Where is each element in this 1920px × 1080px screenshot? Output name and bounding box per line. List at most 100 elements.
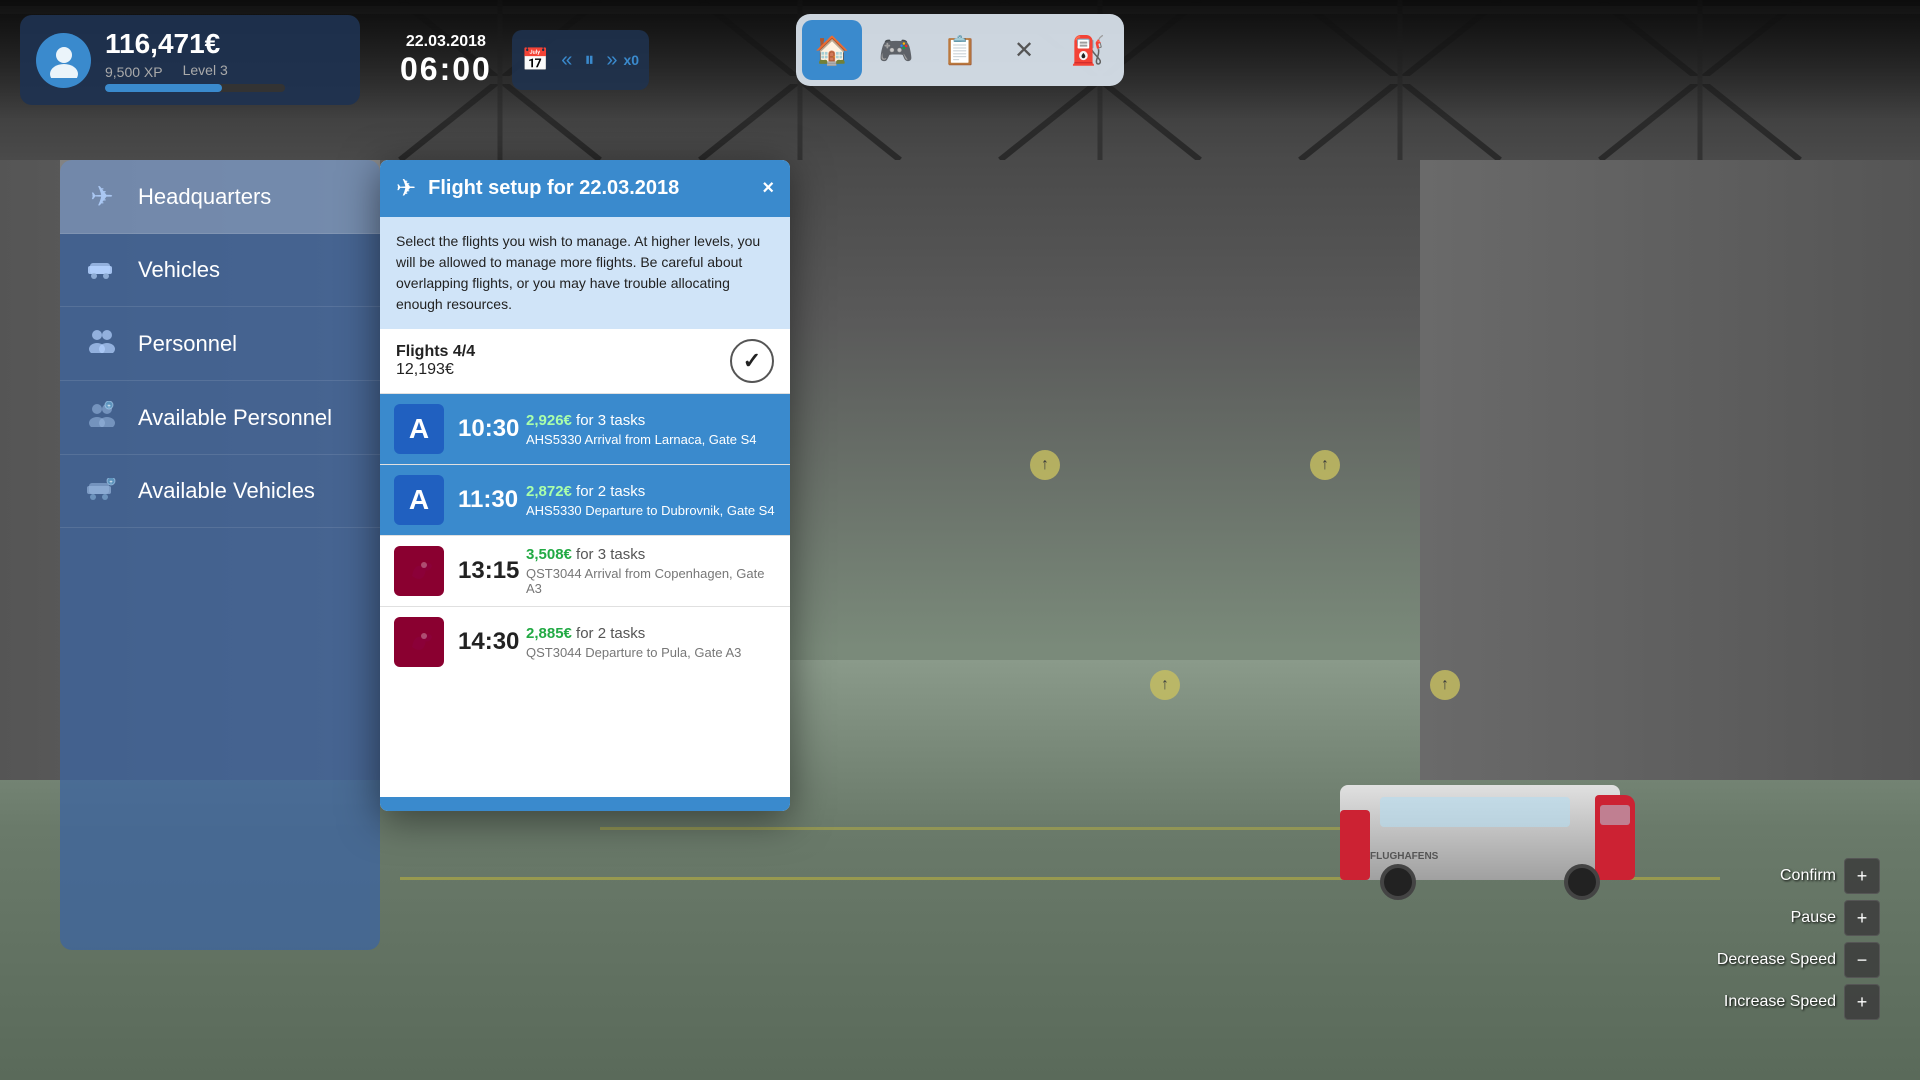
floor-arrow-5: ↑ — [1150, 670, 1180, 700]
increase-speed-label: Increase Speed — [1724, 993, 1836, 1011]
floor-arrow-4: ↑ — [1430, 670, 1460, 700]
player-info: 116,471€ 9,500 XP Level 3 — [20, 15, 360, 105]
sidebar-label-headquarters: Headquarters — [138, 184, 271, 210]
bus-vehicle: FLUGHAFENS — [1340, 770, 1620, 900]
flight-row-2[interactable]: A 11:30 2,872€ for 2 tasks AHS5330 Depar… — [380, 464, 790, 535]
sidebar-label-available-vehicles: Available Vehicles — [138, 478, 315, 504]
flight-row-1[interactable]: A 10:30 2,926€ for 3 tasks AHS5330 Arriv… — [380, 393, 790, 464]
modal-title: Flight setup for 22.03.2018 — [428, 177, 679, 200]
sidebar-label-personnel: Personnel — [138, 331, 237, 357]
flight-tasks-3: for 3 tasks — [576, 546, 645, 563]
player-stats: 116,471€ 9,500 XP Level 3 — [105, 28, 344, 92]
floor-arrow-1: ↑ — [1310, 450, 1340, 480]
clipboard-icon: 📋 — [943, 34, 978, 67]
flight-tasks-4: for 2 tasks — [576, 625, 645, 642]
bus-wheel-front — [1564, 864, 1600, 900]
control-row-pause: Pause + — [1791, 900, 1880, 936]
flight-earnings-row-2: 2,872€ for 2 tasks — [526, 483, 776, 501]
confirm-button[interactable]: + — [1844, 858, 1880, 894]
sidebar-label-vehicles: Vehicles — [138, 257, 220, 283]
bus-wheel-back — [1380, 864, 1416, 900]
sidebar-item-headquarters[interactable]: ✈ Headquarters — [60, 160, 380, 234]
flight-time-2: 11:30 — [458, 486, 526, 514]
flight-earnings-row-4: 2,885€ for 2 tasks — [526, 625, 776, 643]
modal-close-button[interactable]: × — [762, 177, 774, 200]
confirm-check-button[interactable]: ✓ — [730, 339, 774, 383]
flights-info: Flights 4/4 12,193€ — [396, 343, 475, 379]
speed-next-btn[interactable]: » — [600, 45, 623, 76]
nav-tab-fuel[interactable]: ⛽ — [1058, 20, 1118, 80]
flight-time-1: 10:30 — [458, 415, 526, 443]
nav-tab-drive[interactable]: 🎮 — [866, 20, 926, 80]
speed-pause-btn[interactable]: ⏸ — [578, 45, 600, 76]
flight-tasks-1: for 3 tasks — [576, 412, 645, 429]
decrease-speed-button[interactable]: − — [1844, 942, 1880, 978]
flight-setup-modal: ✈ Flight setup for 22.03.2018 × Select t… — [380, 160, 790, 811]
control-row-confirm: Confirm + — [1780, 858, 1880, 894]
pause-button[interactable]: + — [1844, 900, 1880, 936]
speed-label: x0 — [624, 52, 640, 68]
control-row-decrease: Decrease Speed − — [1717, 942, 1880, 978]
bus-text: FLUGHAFENS — [1370, 851, 1438, 862]
personnel-icon — [84, 327, 120, 360]
airline-badge-2: A — [394, 475, 444, 525]
flight-earnings-4: 2,885€ — [526, 625, 576, 642]
flight-detail-4: QST3044 Departure to Pula, Gate A3 — [526, 645, 776, 660]
speed-controls: 📅 « ⏸ » x0 — [512, 30, 649, 90]
nav-tab-close[interactable]: ✕ — [994, 20, 1054, 80]
steering-icon: 🎮 — [879, 34, 914, 67]
flight-earnings-row-3: 3,508€ for 3 tasks — [526, 546, 776, 564]
airline-badge-1: A — [394, 404, 444, 454]
vehicles-icon — [84, 254, 120, 286]
flight-detail-3: QST3044 Arrival from Copenhagen, Gate A3 — [526, 566, 776, 596]
sidebar-item-personnel[interactable]: Personnel — [60, 307, 380, 381]
flight-info-1: 2,926€ for 3 tasks AHS5330 Arrival from … — [526, 412, 776, 447]
flight-earnings-row-1: 2,926€ for 3 tasks — [526, 412, 776, 430]
svg-text:+: + — [107, 404, 111, 410]
close-x-icon: ✕ — [1014, 36, 1034, 65]
flight-detail-2: AHS5330 Departure to Dubrovnik, Gate S4 — [526, 503, 776, 518]
player-xp: 9,500 XP — [105, 64, 163, 80]
home-icon: 🏠 — [815, 34, 850, 67]
sidebar-item-available-vehicles[interactable]: + Available Vehicles — [60, 455, 380, 528]
clock-area: 22.03.2018 06:00 — [400, 33, 492, 88]
sidebar-label-available-personnel: Available Personnel — [138, 405, 332, 431]
decrease-speed-label: Decrease Speed — [1717, 951, 1836, 969]
modal-empty-space — [380, 677, 790, 797]
available-personnel-icon: + — [84, 401, 120, 434]
flight-earnings-3: 3,508€ — [526, 546, 576, 563]
nav-tab-map[interactable]: 📋 — [930, 20, 990, 80]
xp-bar-fill — [105, 84, 222, 92]
flight-info-4: 2,885€ for 2 tasks QST3044 Departure to … — [526, 625, 776, 660]
player-level: Level 3 — [183, 62, 228, 80]
airline-badge-3 — [394, 546, 444, 596]
control-row-increase: Increase Speed + — [1724, 984, 1880, 1020]
flight-time-4: 14:30 — [458, 628, 526, 656]
bus-front — [1595, 795, 1635, 880]
flight-row-3[interactable]: 13:15 3,508€ for 3 tasks QST3044 Arrival… — [380, 535, 790, 606]
flight-detail-1: AHS5330 Arrival from Larnaca, Gate S4 — [526, 432, 776, 447]
flight-info-3: 3,508€ for 3 tasks QST3044 Arrival from … — [526, 546, 776, 596]
headquarters-icon: ✈ — [84, 180, 120, 213]
sidebar-item-available-personnel[interactable]: + Available Personnel — [60, 381, 380, 455]
top-navigation: 🏠 🎮 📋 ✕ ⛽ — [796, 14, 1124, 86]
modal-description: Select the flights you wish to manage. A… — [396, 231, 774, 315]
increase-speed-button[interactable]: + — [1844, 984, 1880, 1020]
modal-header: ✈ Flight setup for 22.03.2018 × — [380, 160, 790, 217]
flight-row-4[interactable]: 14:30 2,885€ for 2 tasks QST3044 Departu… — [380, 606, 790, 677]
speed-prev-btn[interactable]: « — [555, 45, 578, 76]
airline-badge-4 — [394, 617, 444, 667]
fuel-icon: ⛽ — [1071, 34, 1106, 67]
available-vehicles-icon: + — [84, 475, 120, 507]
nav-tab-home[interactable]: 🏠 — [802, 20, 862, 80]
flights-count: Flights 4/4 — [396, 343, 475, 361]
flight-tasks-2: for 2 tasks — [576, 483, 645, 500]
pause-label: Pause — [1791, 909, 1836, 927]
bus-back — [1340, 810, 1370, 880]
sidebar: ✈ Headquarters Vehicles Personnel — [60, 160, 380, 950]
xp-bar — [105, 84, 285, 92]
modal-plane-icon: ✈ — [396, 174, 416, 203]
sidebar-item-vehicles[interactable]: Vehicles — [60, 234, 380, 307]
flight-earnings-1: 2,926€ — [526, 412, 576, 429]
calendar-icon: 📅 — [522, 47, 549, 73]
